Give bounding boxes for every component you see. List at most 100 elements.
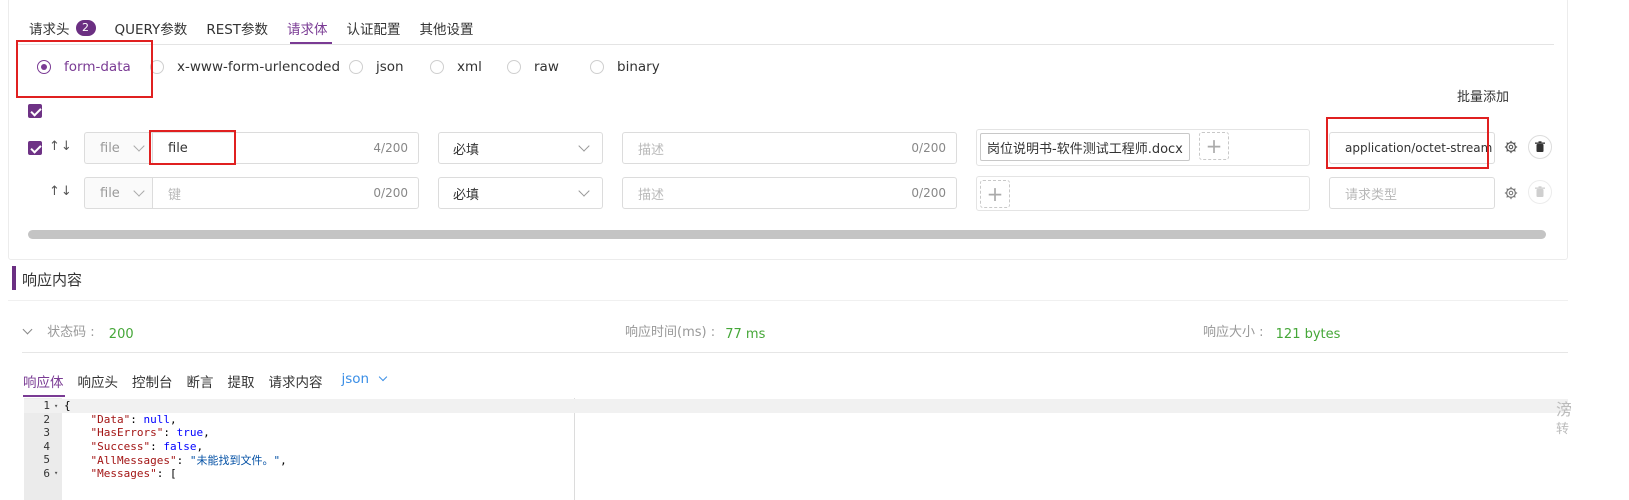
delete-row-button[interactable] xyxy=(1528,180,1552,204)
radio-label: xml xyxy=(457,59,482,75)
gear-icon[interactable] xyxy=(1504,140,1518,154)
tab-label: REST参数 xyxy=(206,22,269,38)
radio-unchecked-icon xyxy=(590,60,604,74)
tab-assertions[interactable]: 断言 xyxy=(187,371,214,391)
plus-icon: + xyxy=(1205,134,1223,158)
code-text: "Data": null, xyxy=(90,412,177,426)
response-divider xyxy=(22,352,1568,353)
collapse-chevron-icon[interactable] xyxy=(22,324,33,335)
tab-extract[interactable]: 提取 xyxy=(228,371,255,391)
tab-console[interactable]: 控制台 xyxy=(132,371,173,391)
chevron-down-icon xyxy=(578,185,590,197)
code-line: 6 ▾ "Messages": [ xyxy=(24,467,1568,481)
line-number: 6 xyxy=(43,466,50,480)
radio-label: binary xyxy=(617,59,660,75)
tab-response-headers[interactable]: 响应头 xyxy=(78,371,119,391)
horizontal-scrollbar[interactable] xyxy=(28,230,1546,239)
radio-label: x-www-form-urlencoded xyxy=(177,59,341,75)
param-type-select[interactable]: file xyxy=(84,177,153,209)
char-counter: 0/200 xyxy=(373,186,408,200)
char-counter: 0/200 xyxy=(911,186,946,200)
uploaded-file-tag[interactable]: 岗位说明书-软件测试工程师.docx xyxy=(980,133,1190,161)
active-tab-indicator xyxy=(290,42,332,44)
input-placeholder: 描述 xyxy=(638,187,665,203)
char-counter: 4/200 xyxy=(373,141,408,155)
fold-arrow-icon[interactable]: ▾ xyxy=(54,469,58,477)
radio-raw[interactable]: raw xyxy=(507,59,590,75)
fold-arrow-icon[interactable]: ▾ xyxy=(54,402,58,410)
sort-arrows-icon[interactable]: ↑↓ xyxy=(49,184,73,199)
line-number: 2 xyxy=(43,412,50,426)
required-select[interactable]: 必填 xyxy=(438,132,603,164)
code-text: "HasErrors": true, xyxy=(90,426,210,440)
highlight-box-content-type xyxy=(1326,117,1489,169)
highlight-box-form-data xyxy=(16,40,153,98)
chevron-down-icon xyxy=(133,140,145,152)
status-code-value: 200 xyxy=(108,327,134,342)
tab-label: QUERY参数 xyxy=(114,22,188,38)
code-text: "AllMessages": "未能找到文件。", xyxy=(90,453,287,467)
response-time-row: 响应时间(ms) : 77 ms xyxy=(625,321,766,342)
input-placeholder: 描述 xyxy=(638,142,665,158)
response-code-editor[interactable]: 1 ▾ { 2 "Data": null, 3 "HasErrors": tru… xyxy=(24,398,1568,500)
line-number: 4 xyxy=(43,439,50,453)
response-size-label: 响应大小 : xyxy=(1203,325,1264,340)
radio-binary[interactable]: binary xyxy=(590,59,660,75)
sort-arrows-icon[interactable]: ↑↓ xyxy=(49,139,73,154)
input-placeholder: 键 xyxy=(168,187,182,203)
radio-unchecked-icon xyxy=(507,60,521,74)
delete-row-button[interactable] xyxy=(1528,135,1552,159)
input-placeholder: 请求类型 xyxy=(1345,187,1398,203)
add-file-button[interactable]: + xyxy=(980,180,1010,208)
code-line: 2 "Data": null, xyxy=(24,413,1568,427)
format-select[interactable]: json xyxy=(341,371,388,391)
response-section-title: 响应内容 xyxy=(22,271,83,289)
select-all-checkbox[interactable] xyxy=(28,104,42,118)
tab-label: 认证配置 xyxy=(346,22,401,38)
file-upload-area: + xyxy=(976,176,1310,211)
tab-query-params[interactable]: QUERY参数 xyxy=(115,18,188,38)
radio-xml[interactable]: xml xyxy=(430,59,507,75)
description-input[interactable]: 描述 0/200 xyxy=(622,132,957,164)
radio-x-www-form-urlencoded[interactable]: x-www-form-urlencoded xyxy=(150,59,349,75)
chevron-down-icon xyxy=(133,185,145,197)
tab-rest-params[interactable]: REST参数 xyxy=(206,18,268,38)
description-input[interactable]: 描述 0/200 xyxy=(622,177,957,209)
required-select[interactable]: 必填 xyxy=(438,177,603,209)
tab-label: 请求体 xyxy=(287,22,328,38)
tab-request-body[interactable]: 请求体 xyxy=(287,18,328,38)
code-line: 1 ▾ { xyxy=(24,399,1568,413)
tab-label: 其他设置 xyxy=(419,22,474,38)
highlight-box-key xyxy=(149,130,236,165)
batch-add-button[interactable]: 批量添加 xyxy=(1457,86,1509,105)
response-tabs: 响应体 响应头 控制台 断言 提取 请求内容 json xyxy=(23,371,388,391)
code-line: 5 "AllMessages": "未能找到文件。", xyxy=(24,453,1568,467)
tab-headers[interactable]: 请求头 2 xyxy=(29,18,96,38)
tab-response-body[interactable]: 响应体 xyxy=(23,371,64,391)
tab-label: 请求头 xyxy=(29,22,70,38)
radio-unchecked-icon xyxy=(430,60,444,74)
row-checkbox[interactable] xyxy=(28,141,42,155)
line-number: 5 xyxy=(43,453,50,467)
gear-icon[interactable] xyxy=(1504,186,1518,200)
tab-request-content[interactable]: 请求内容 xyxy=(269,371,323,391)
add-file-button[interactable]: + xyxy=(1199,132,1229,160)
select-value: file xyxy=(100,185,120,201)
edge-clipped-text: 滂 xyxy=(1556,400,1573,419)
content-type-input[interactable]: 请求类型 xyxy=(1329,177,1495,209)
response-time-value: 77 ms xyxy=(725,327,766,342)
tab-auth-config[interactable]: 认证配置 xyxy=(347,18,401,38)
trash-icon xyxy=(1535,141,1545,152)
radio-label: json xyxy=(376,59,404,75)
trash-icon xyxy=(1535,186,1545,197)
select-value: 必填 xyxy=(453,187,480,203)
status-code-label: 状态码 : xyxy=(47,325,95,340)
status-code-row: 状态码 : 200 xyxy=(22,321,134,342)
format-value: json xyxy=(341,371,370,387)
param-type-select[interactable]: file xyxy=(84,132,153,164)
char-counter: 0/200 xyxy=(911,141,946,155)
section-accent-bar xyxy=(12,266,16,290)
tab-other-settings[interactable]: 其他设置 xyxy=(420,18,474,38)
param-key-input[interactable]: 键 0/200 xyxy=(152,177,419,209)
radio-json[interactable]: json xyxy=(349,59,430,75)
